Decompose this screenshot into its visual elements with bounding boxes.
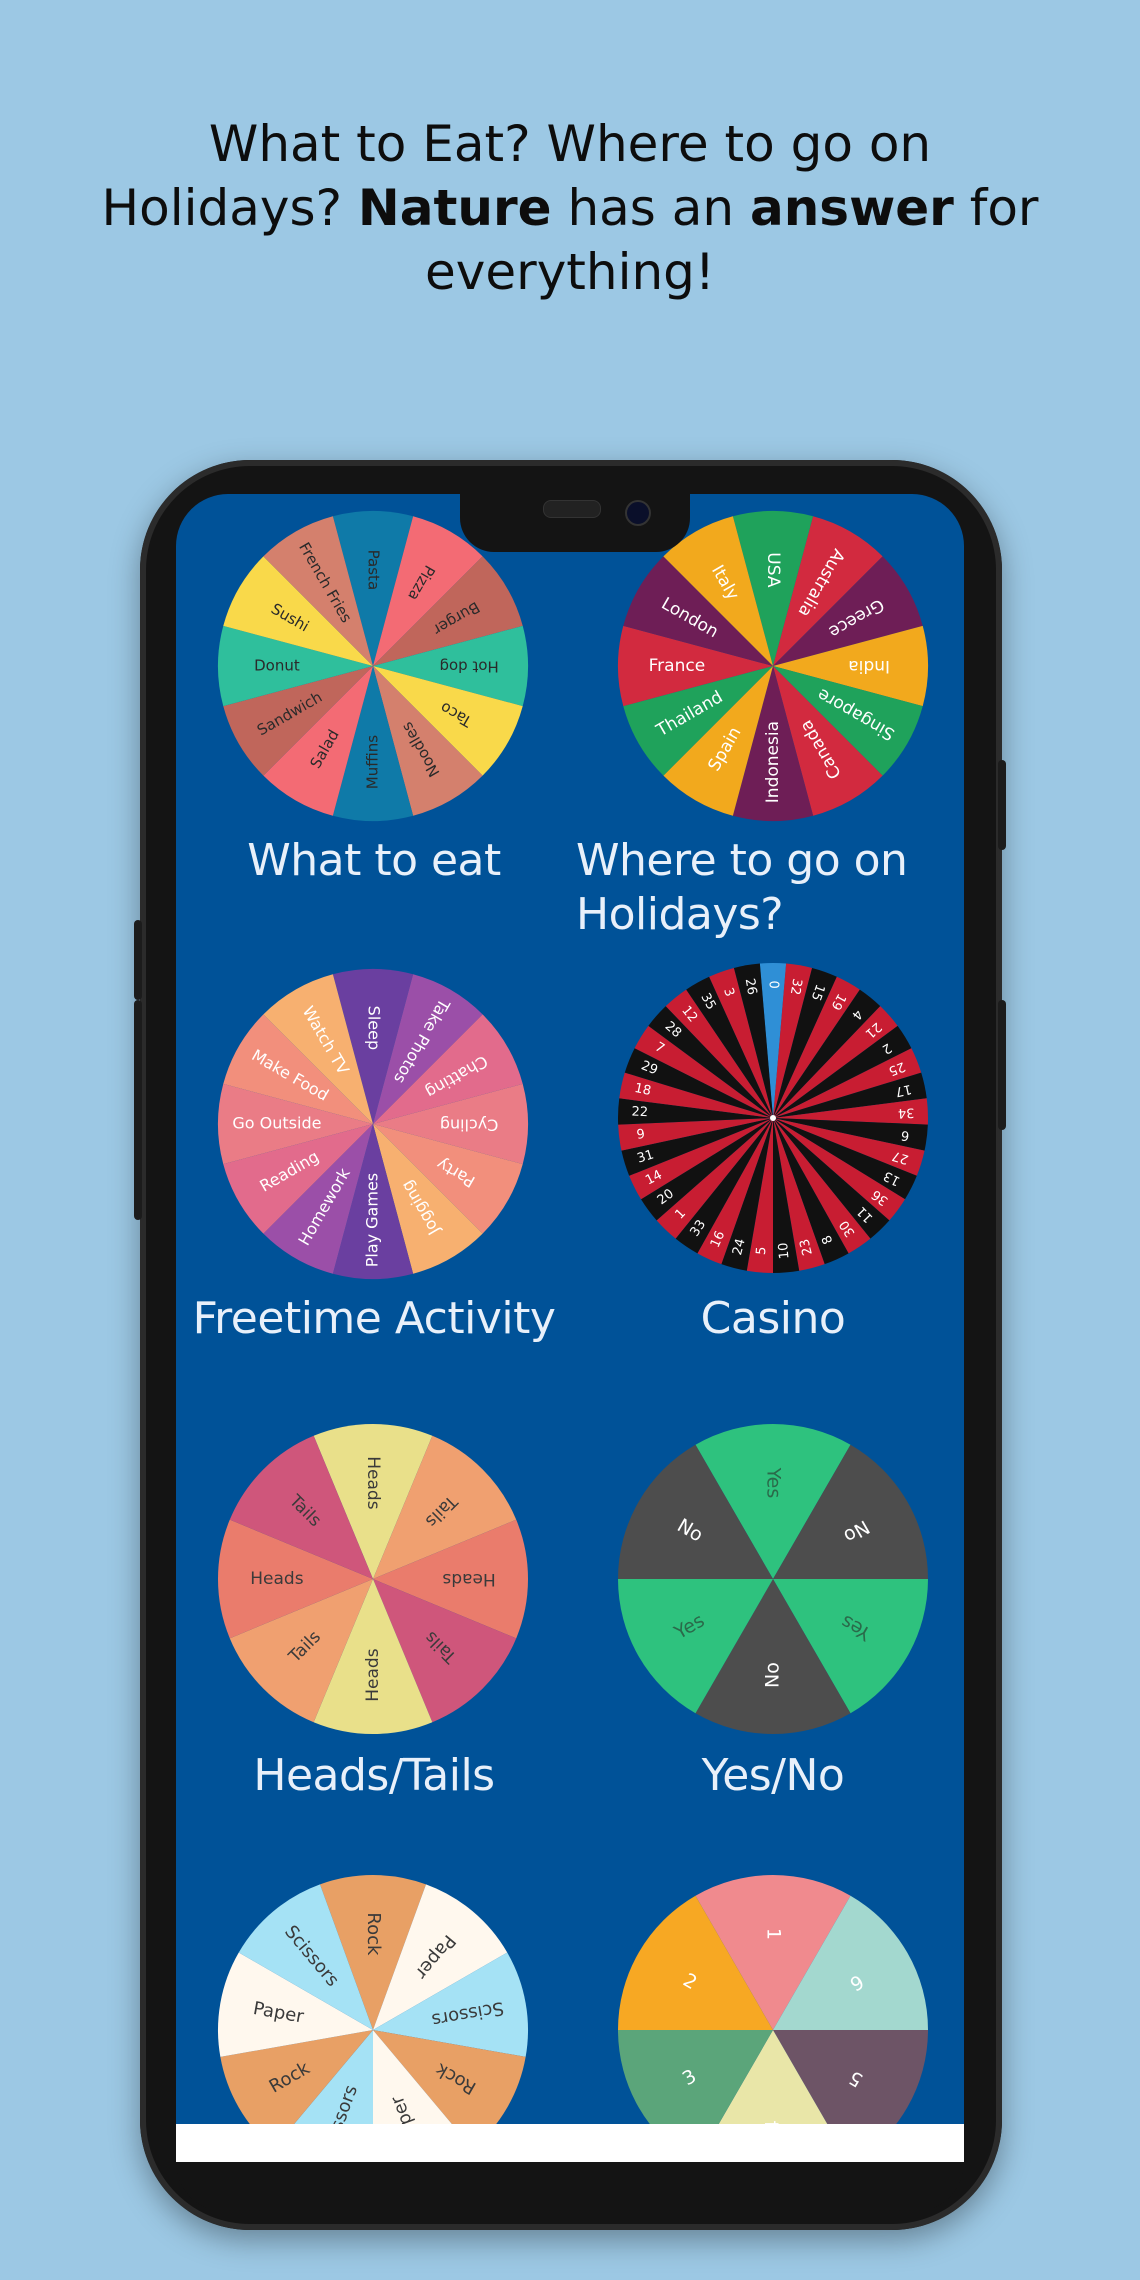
wheel-center-dot (770, 1115, 776, 1121)
wheel-what-to-eat[interactable]: Pasta PizzaBurgerHot dogTacoNoodlesMuffin… (216, 509, 530, 823)
wheel-segment-label: Heads (250, 1569, 303, 1589)
wheel-segment-label: 1 (763, 1928, 785, 1940)
wheel-segment-label: Hot dog (439, 658, 498, 676)
app-screen: Pasta Pizza Burger Hot dog Taco Noodles Muffin… (176, 494, 964, 2162)
wheel-label-heads-tails[interactable]: Heads/Tails (176, 1749, 574, 1803)
phone-chin (176, 2162, 964, 2212)
wheel-rock-paper-scissors[interactable]: Rock PaperScissorsRockPaperScissorsRockPa… (216, 1873, 530, 2162)
wheel-segment-label: Heads (363, 1648, 383, 1701)
wheel-segment-label: Heads (442, 1569, 495, 1589)
wheel-segment-label: No (762, 1662, 784, 1688)
wheel-dice[interactable]: 165432 (616, 1873, 930, 2162)
volume-rocker (134, 1000, 142, 1220)
wheel-segment-label: 32 (787, 977, 805, 996)
alert-slider (998, 760, 1006, 850)
headline-line-1: What to Eat? Where to go on (208, 115, 932, 173)
wheel-segment-label: USA (763, 552, 783, 588)
wheel-label-casino[interactable]: Casino (573, 1292, 964, 1346)
wheel-freetime-activity[interactable]: Sleep Take PhotosChattingCyclingPartyJogg… (216, 967, 530, 1281)
wheel-segment-label: Cycling (440, 1116, 499, 1135)
headline-bold-nature: Nature (357, 179, 552, 237)
wheel-segment-label: 26 (742, 977, 760, 996)
wheel-label-what-to-eat[interactable]: What to eat (176, 834, 574, 888)
wheel-segment-label: 0 (766, 981, 781, 989)
front-camera-icon (625, 500, 651, 526)
headline-bold-answer: answer (749, 179, 954, 237)
wheel-segment-label: Rock (363, 1912, 384, 1956)
power-button (998, 1000, 1006, 1130)
headline-text: has an (551, 179, 750, 237)
headline-line-3: everything! (425, 243, 715, 301)
wheel-segment-label: 5 (754, 1246, 770, 1256)
wheel-segment-label: 34 (898, 1104, 915, 1120)
wheel-segment-label: Donut (254, 657, 300, 675)
wheel-segment-label: Pasta (365, 550, 383, 590)
wheel-label-where-to-go-on-holidays[interactable]: Where to go on Holidays? (576, 834, 936, 942)
wheel-segment-label: Heads (363, 1456, 383, 1509)
headline: What to Eat? Where to go on Holidays? Na… (70, 112, 1070, 304)
wheel-segment-label: Play Games (363, 1173, 382, 1267)
wheel-segment-label: Go Outside (232, 1114, 321, 1133)
navigation-bar (176, 2124, 964, 2162)
wheel-label-yes-no[interactable]: Yes/No (573, 1749, 964, 1803)
headline-line-2: Holidays? Nature has an answer for (70, 176, 1070, 240)
headline-text: for (953, 179, 1039, 237)
wheel-segment-label: France (649, 656, 706, 676)
wheel-segment-label: India (848, 656, 890, 676)
wheel-segment-label: 10 (776, 1242, 792, 1260)
headline-text: Holidays? (101, 179, 358, 237)
volume-button (134, 920, 142, 1000)
earpiece-speaker (543, 500, 601, 518)
wheel-segment-label: Yes (763, 1467, 785, 1499)
wheel-segment-label: Indonesia (763, 721, 783, 803)
wheel-casino[interactable]: 0 32 15 19421225173462713361130823105241633… (616, 961, 930, 1275)
wheel-segment-label: Muffins (364, 735, 382, 789)
wheel-yes-no[interactable]: YesNoYesNoYesNo (616, 1422, 930, 1736)
wheel-segment-label: 22 (631, 1104, 648, 1120)
wheel-segment-label: Sleep (365, 1006, 384, 1050)
wheel-label-freetime-activity[interactable]: Freetime Activity (176, 1292, 574, 1346)
wheel-heads-tails[interactable]: HeadsTailsHeadsTailsHeadsTailsHeadsTails (216, 1422, 530, 1736)
wheel-where-to-go-on-holidays[interactable]: USA AustraliaGreeceIndiaSingaporeCanadaIn… (616, 509, 930, 823)
